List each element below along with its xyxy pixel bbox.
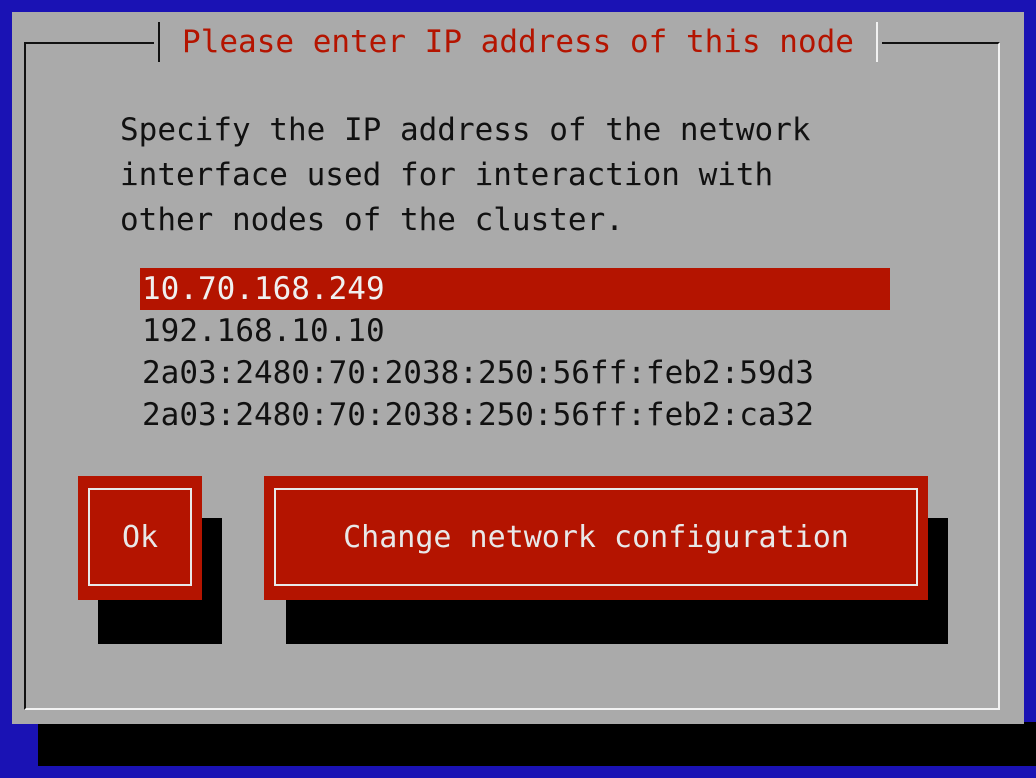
dialog-shadow bbox=[38, 722, 1036, 766]
description-line: Specify the IP address of the network bbox=[120, 112, 811, 148]
description-line: other nodes of the cluster. bbox=[120, 202, 624, 238]
ok-button-label: Ok bbox=[88, 488, 192, 586]
dialog: Please enter IP address of this node Spe… bbox=[12, 12, 1024, 724]
ip-address-list: 10.70.168.249 192.168.10.10 2a03:2480:70… bbox=[140, 268, 890, 436]
dialog-title-bar: Please enter IP address of this node bbox=[12, 22, 1024, 62]
change-network-button-label: Change network configuration bbox=[274, 488, 918, 586]
title-wrapper: Please enter IP address of this node bbox=[154, 22, 882, 62]
description-line: interface used for interaction with bbox=[120, 157, 774, 193]
dialog-title: Please enter IP address of this node bbox=[182, 24, 854, 60]
title-right-bracket bbox=[875, 22, 878, 62]
ok-button[interactable]: Ok bbox=[78, 476, 202, 600]
ip-list-item-selected[interactable]: 10.70.168.249 bbox=[140, 268, 890, 310]
ip-list-item[interactable]: 192.168.10.10 bbox=[140, 310, 890, 352]
change-network-configuration-button[interactable]: Change network configuration bbox=[264, 476, 928, 600]
dialog-description: Specify the IP address of the network in… bbox=[120, 108, 920, 243]
title-left-bracket bbox=[158, 22, 161, 62]
ip-list-item[interactable]: 2a03:2480:70:2038:250:56ff:feb2:59d3 bbox=[140, 352, 890, 394]
ip-list-item[interactable]: 2a03:2480:70:2038:250:56ff:feb2:ca32 bbox=[140, 394, 890, 436]
